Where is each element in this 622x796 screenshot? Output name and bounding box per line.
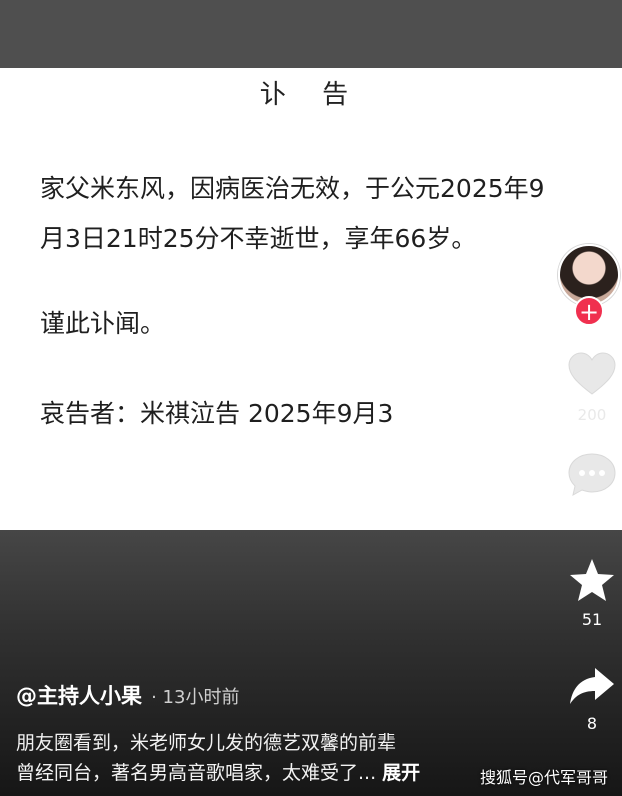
share-button[interactable]: 8 xyxy=(562,664,622,733)
notice-body: 家父米东风，因病医治无效，于公元2025年9 月3日21时25分不幸逝世，享年6… xyxy=(40,164,590,264)
heart-icon xyxy=(568,352,616,395)
comment-button[interactable] xyxy=(562,450,622,502)
obituary-notice-image xyxy=(0,68,622,530)
share-count: 8 xyxy=(586,714,598,733)
watermark: 搜狐号@代军哥哥 xyxy=(480,768,609,787)
notice-signature: 哀告者：米祺泣告 2025年9月3 xyxy=(40,399,394,428)
author-name[interactable]: @主持人小果 xyxy=(16,684,142,708)
caption-line: 朋友圈看到，米老师女儿发的德艺双馨的前辈 xyxy=(16,732,397,754)
author-line: @主持人小果 · 13小时前 xyxy=(16,680,239,710)
expand-button[interactable]: 展开 xyxy=(382,762,420,784)
favorite-count: 51 xyxy=(581,610,603,629)
notice-body-line: 月3日21时25分不幸逝世，享年66岁。 xyxy=(40,224,477,253)
share-arrow-icon xyxy=(570,668,614,704)
caption-line-2: 曾经同台，著名男高音歌唱家，太难受了... 展开 xyxy=(16,758,486,788)
plus-icon: + xyxy=(578,298,600,326)
author-avatar[interactable]: + xyxy=(558,244,622,326)
like-button[interactable]: 200 xyxy=(562,350,622,424)
top-band xyxy=(0,0,622,68)
post-time: · 13小时前 xyxy=(151,687,240,708)
notice-title: 讣 告 xyxy=(259,80,363,110)
favorite-button[interactable]: 51 xyxy=(562,556,622,629)
star-icon xyxy=(570,559,614,601)
notice-body-line: 家父米东风，因病医治无效，于公元2025年9 xyxy=(40,174,545,203)
follow-button[interactable]: + xyxy=(574,296,604,326)
video-screen: 讣 告 家父米东风，因病医治无效，于公元2025年9 月3日21时25分不幸逝世… xyxy=(0,0,622,796)
post-caption: 朋友圈看到，米老师女儿发的德艺双馨的前辈 曾经同台，著名男高音歌唱家，太难受了.… xyxy=(16,728,486,788)
like-count: 200 xyxy=(577,406,607,424)
caption-line-text: 曾经同台，著名男高音歌唱家，太难受了... xyxy=(16,762,377,784)
notice-closing: 谨此讣闻。 xyxy=(40,309,166,338)
comment-icon xyxy=(568,453,616,496)
